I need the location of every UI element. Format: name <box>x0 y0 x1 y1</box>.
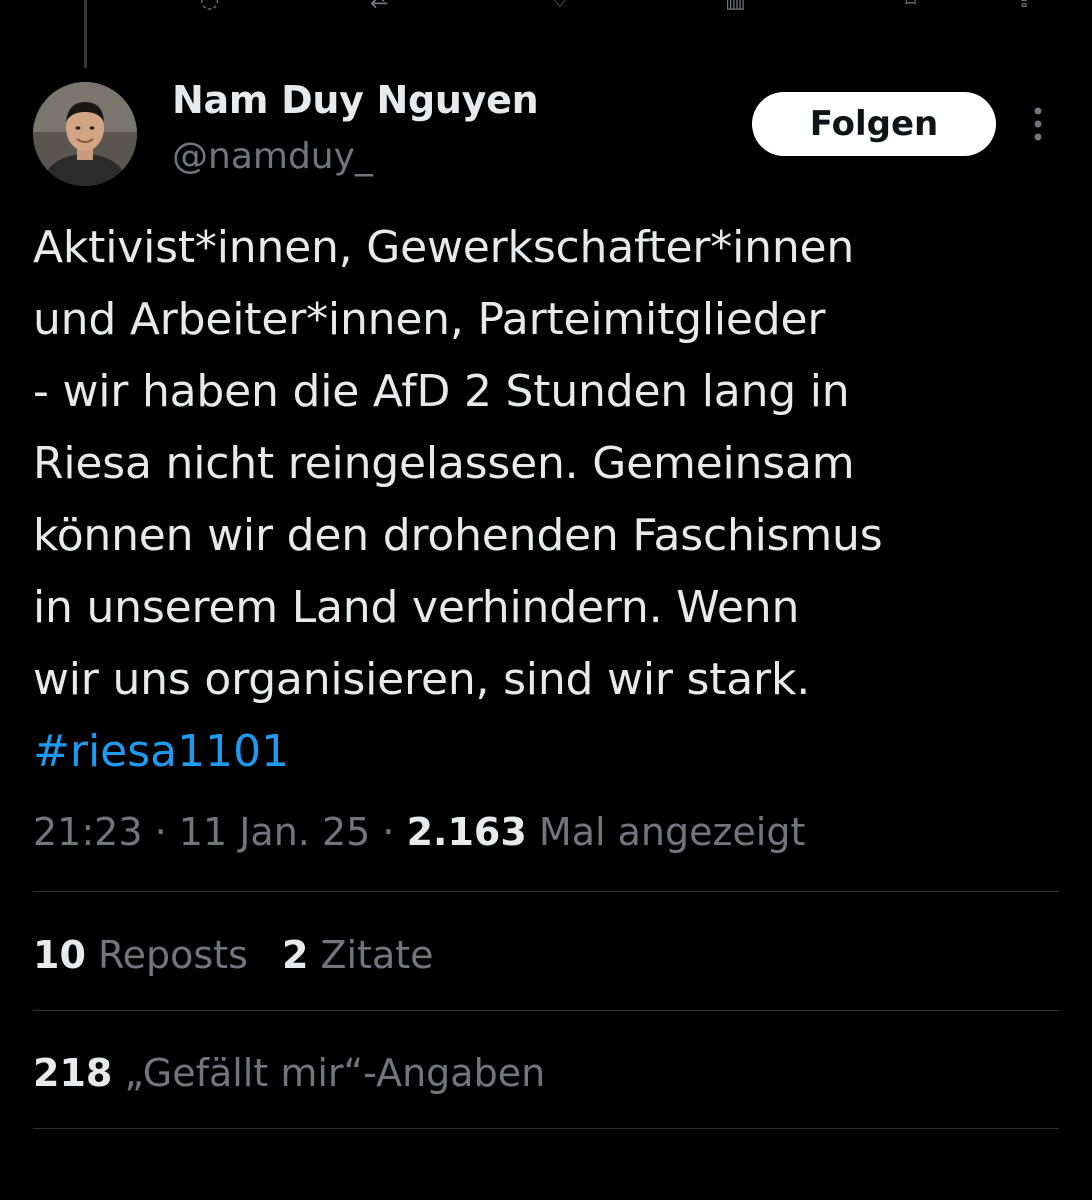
quotes-label: Zitate <box>320 933 434 977</box>
avatar-photo <box>33 82 137 186</box>
thread-connector-line <box>84 0 87 68</box>
quotes-link[interactable]: 2 Zitate <box>282 933 434 977</box>
views-label: Mal angezeigt <box>538 810 806 854</box>
likes-label: „Gefällt mir“-Angaben <box>124 1051 546 1095</box>
tweet-date[interactable]: 11 Jan. 25 <box>179 810 371 854</box>
repost-stats-row: 10 Reposts 2 Zitate <box>33 927 434 983</box>
divider <box>33 1128 1059 1129</box>
more-vertical-icon[interactable] <box>1026 104 1050 144</box>
divider <box>33 891 1059 892</box>
tweet-text: Aktivist*innen, Gewerkschafter*innen und… <box>33 222 883 705</box>
quotes-count: 2 <box>281 933 309 977</box>
tweet-meta: 21:23 · 11 Jan. 25 · 2.163 Mal angezeigt <box>33 804 805 860</box>
meta-separator: · <box>154 810 167 854</box>
author-handle[interactable]: @namduy_ <box>172 136 373 177</box>
reposts-count: 10 <box>33 933 86 977</box>
tweet-time[interactable]: 21:23 <box>33 810 143 854</box>
previous-tweet-actions: ◌ ⇄ ♡ ▥ ⌑ ⇪ <box>160 0 1060 16</box>
reposts-link[interactable]: 10 Reposts <box>33 933 248 977</box>
reposts-label: Reposts <box>97 933 248 977</box>
views-icon[interactable]: ▥ <box>725 0 746 12</box>
avatar[interactable] <box>33 82 137 186</box>
likes-count: 218 <box>33 1051 113 1095</box>
bookmark-icon[interactable]: ⌑ <box>905 0 916 12</box>
views-count: 2.163 <box>406 810 527 854</box>
share-icon[interactable]: ⇪ <box>1015 0 1033 12</box>
reply-icon[interactable]: ◌ <box>200 0 219 12</box>
likes-link[interactable]: 218 „Gefällt mir“-Angaben <box>33 1045 545 1101</box>
repost-icon[interactable]: ⇄ <box>370 0 388 12</box>
follow-button[interactable]: Folgen <box>752 92 996 156</box>
author-name[interactable]: Nam Duy Nguyen <box>172 78 539 122</box>
like-icon[interactable]: ♡ <box>550 0 570 12</box>
meta-separator: · <box>382 810 395 854</box>
divider <box>33 1010 1059 1011</box>
hashtag-link[interactable]: #riesa1101 <box>33 716 289 788</box>
